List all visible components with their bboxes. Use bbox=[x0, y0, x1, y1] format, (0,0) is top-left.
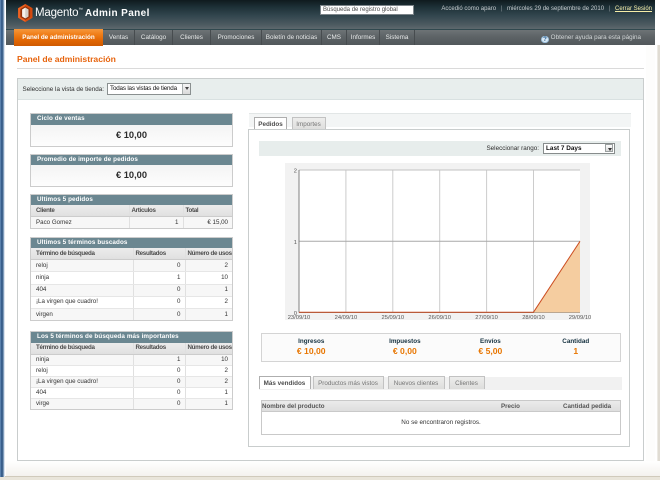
svg-text:27/09/10: 27/09/10 bbox=[475, 315, 498, 321]
svg-text:2: 2 bbox=[293, 168, 296, 174]
svg-text:25/09/10: 25/09/10 bbox=[381, 315, 404, 321]
svg-text:29/09/10: 29/09/10 bbox=[568, 315, 591, 321]
svg-text:23/09/10: 23/09/10 bbox=[287, 315, 310, 321]
svg-text:1: 1 bbox=[293, 239, 296, 245]
svg-text:26/09/10: 26/09/10 bbox=[428, 315, 451, 321]
svg-text:24/09/10: 24/09/10 bbox=[334, 315, 357, 321]
svg-text:28/09/10: 28/09/10 bbox=[522, 315, 545, 321]
